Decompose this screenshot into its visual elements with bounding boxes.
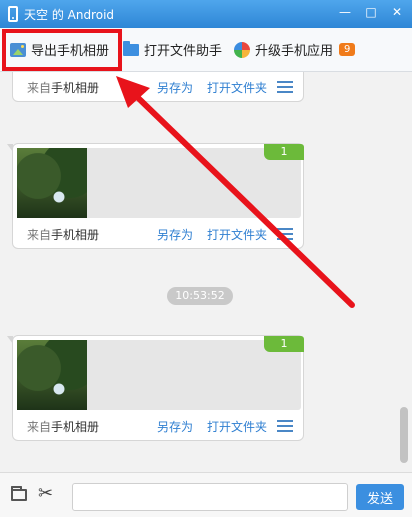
upgrade-apps-button[interactable]: 升级手机应用 9 (228, 28, 361, 72)
bubble-tail (7, 144, 13, 152)
maximize-button[interactable]: □ (360, 3, 382, 21)
open-folder-link[interactable]: 打开文件夹 (207, 226, 267, 243)
chat-area: 来自 手机相册 另存为 打开文件夹 1 来自 手机相册 另存为 打开文件夹 10… (0, 72, 412, 472)
scissors-icon[interactable]: ✂ (38, 483, 53, 504)
card-footer: 来自 手机相册 另存为 打开文件夹 (13, 412, 303, 440)
window-title: 天空 的 Android (24, 7, 115, 22)
menu-icon[interactable] (277, 81, 293, 93)
scrollbar-thumb[interactable] (400, 407, 408, 463)
source-prefix: 来自 (27, 419, 52, 434)
open-folder-link[interactable]: 打开文件夹 (207, 418, 267, 435)
image-export-icon (10, 42, 26, 57)
toolbar: 导出手机相册 打开文件助手 升级手机应用 9 (0, 28, 412, 72)
upgrade-badge: 9 (339, 43, 356, 56)
open-file-assistant-button[interactable]: 打开文件助手 (117, 28, 228, 72)
save-as-link[interactable]: 另存为 (157, 418, 193, 435)
source-prefix: 来自 (27, 80, 52, 95)
export-album-label: 导出手机相册 (31, 44, 110, 59)
send-button[interactable]: 发送 (356, 484, 404, 510)
upgrade-apps-label: 升级手机应用 (255, 44, 334, 59)
photo-preview-area (17, 340, 301, 410)
title-bar: 天空 的 Android — □ ✕ (0, 0, 412, 28)
photo-count-badge: 1 (264, 336, 304, 352)
photo-preview-area (17, 148, 301, 218)
input-bar: ✂ 发送 (0, 472, 412, 517)
source-prefix: 来自 (27, 227, 52, 242)
attach-file-icon[interactable] (11, 486, 27, 501)
menu-icon[interactable] (277, 228, 293, 240)
card-footer: 来自 手机相册 另存为 打开文件夹 (13, 220, 303, 248)
photo-count-badge: 1 (264, 144, 304, 160)
upgrade-icon (234, 41, 251, 58)
save-as-link[interactable]: 另存为 (157, 226, 193, 243)
photo-message-card: 1 来自 手机相册 另存为 打开文件夹 (7, 143, 304, 249)
minimize-button[interactable]: — (334, 3, 356, 21)
open-folder-link[interactable]: 打开文件夹 (207, 79, 267, 96)
menu-icon[interactable] (277, 420, 293, 432)
source-name: 手机相册 (51, 80, 100, 95)
message-timestamp: 10:53:52 (167, 287, 233, 305)
card-footer: 来自 手机相册 另存为 打开文件夹 (13, 73, 303, 101)
message-input[interactable] (72, 483, 348, 511)
folder-icon (123, 40, 140, 56)
window-controls: — □ ✕ (334, 3, 408, 21)
source-name: 手机相册 (51, 227, 100, 242)
photo-thumbnail[interactable] (17, 148, 87, 218)
close-button[interactable]: ✕ (386, 3, 408, 21)
photo-message-card: 1 来自 手机相册 另存为 打开文件夹 (7, 335, 304, 441)
photo-message-card: 来自 手机相册 另存为 打开文件夹 (12, 72, 304, 102)
source-name: 手机相册 (51, 419, 100, 434)
save-as-link[interactable]: 另存为 (157, 79, 193, 96)
open-file-assistant-label: 打开文件助手 (144, 44, 223, 59)
bubble-tail (7, 336, 13, 344)
phone-icon (8, 6, 18, 22)
export-album-button[interactable]: 导出手机相册 (0, 28, 115, 72)
photo-thumbnail[interactable] (17, 340, 87, 410)
